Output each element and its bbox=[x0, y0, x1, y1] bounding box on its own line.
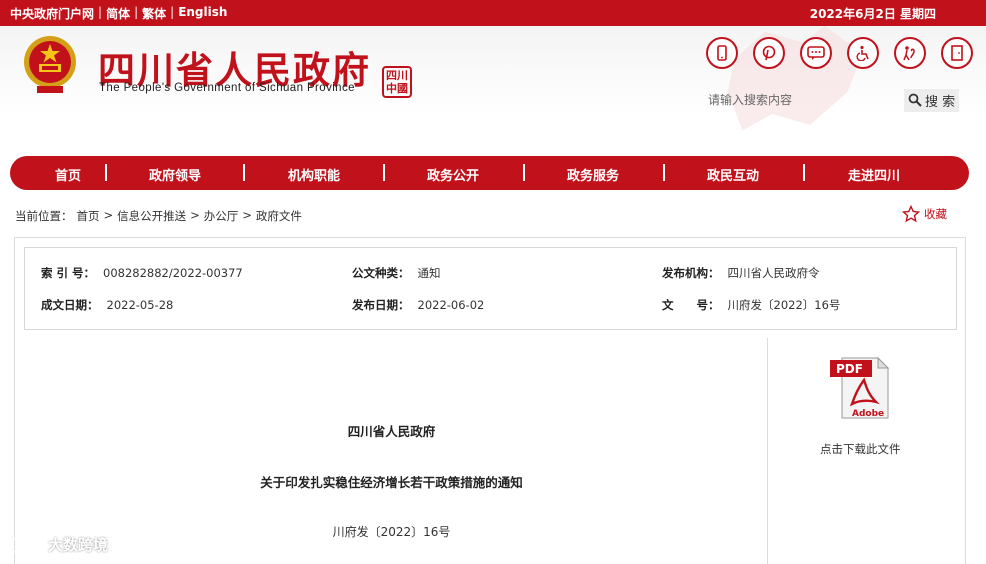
meta-index-key: 索 引 号： bbox=[41, 266, 96, 280]
nav-item-home[interactable]: 首页 bbox=[55, 165, 81, 184]
watermark: 大数跨境 bbox=[8, 534, 108, 555]
nav-separator bbox=[803, 164, 805, 181]
breadcrumb-separator: > bbox=[190, 208, 200, 222]
meta-published-key: 发布日期： bbox=[352, 298, 410, 312]
download-link[interactable]: 点击下载此文件 bbox=[820, 441, 901, 457]
link-simplified[interactable]: 简体 bbox=[106, 5, 130, 22]
nav-item-leaders[interactable]: 政府领导 bbox=[149, 165, 201, 184]
meta-docno-value: 川府发〔2022〕16号 bbox=[727, 298, 841, 312]
search-button[interactable]: 搜 索 bbox=[904, 88, 960, 112]
quick-icons bbox=[706, 37, 973, 69]
pdf-brand-text: Adobe bbox=[852, 409, 884, 419]
meta-type-value: 通知 bbox=[417, 266, 441, 280]
document-title: 关于印发扎实稳住经济增长若干政策措施的通知 bbox=[260, 475, 523, 490]
meta-docno: 文 号： 川府发〔2022〕16号 bbox=[662, 297, 840, 313]
breadcrumb-gov-documents[interactable]: 政府文件 bbox=[256, 208, 302, 224]
meta-docno-key: 文 号： bbox=[662, 298, 720, 312]
mobile-icon[interactable] bbox=[706, 37, 738, 69]
elderly-care-icon[interactable] bbox=[894, 37, 926, 69]
meta-type: 公文种类： 通知 bbox=[352, 265, 441, 281]
document-number: 川府发〔2022〕16号 bbox=[332, 525, 451, 539]
search-icon bbox=[908, 93, 922, 107]
pdf-badge-text: PDF bbox=[836, 362, 863, 376]
top-bar: 中央政府门户网 | 简体 | 繁体 | English 2022年6月2日 星期… bbox=[0, 0, 986, 26]
national-emblem-icon bbox=[24, 36, 76, 93]
top-links: 中央政府门户网 | 简体 | 繁体 | English bbox=[10, 5, 227, 22]
nav-separator bbox=[105, 164, 107, 181]
watermark-text: 大数跨境 bbox=[48, 536, 109, 554]
separator: | bbox=[98, 5, 103, 19]
main-nav: 首页 政府领导 机构职能 政务公开 政务服务 政民互动 走进四川 bbox=[10, 156, 969, 190]
chat-icon[interactable] bbox=[800, 37, 832, 69]
breadcrumb-separator: > bbox=[242, 208, 252, 222]
nav-item-gov-services[interactable]: 政务服务 bbox=[567, 165, 619, 184]
nav-separator bbox=[523, 164, 525, 181]
meta-type-key: 公文种类： bbox=[352, 266, 410, 280]
breadcrumb-label: 当前位置： bbox=[15, 209, 73, 223]
link-central-gov[interactable]: 中央政府门户网 bbox=[10, 5, 94, 22]
search-bar: 搜 索 bbox=[704, 88, 960, 112]
separator: | bbox=[134, 5, 139, 19]
meta-org-value: 四川省人民政府令 bbox=[727, 266, 820, 280]
meta-created-value: 2022-05-28 bbox=[106, 298, 174, 312]
current-date: 2022年6月2日 星期四 bbox=[809, 7, 936, 21]
watermark-logo-icon bbox=[9, 536, 40, 553]
meta-index-value: 008282882/2022-00377 bbox=[103, 266, 243, 280]
meta-published: 发布日期： 2022-06-02 bbox=[352, 297, 484, 313]
meta-published-value: 2022-06-02 bbox=[417, 298, 485, 312]
accessibility-icon[interactable] bbox=[847, 37, 879, 69]
nav-item-interaction[interactable]: 政民互动 bbox=[707, 165, 759, 184]
breadcrumb-info-push[interactable]: 信息公开推送 bbox=[117, 208, 186, 224]
meta-index: 索 引 号： 008282882/2022-00377 bbox=[41, 265, 243, 281]
exit-icon[interactable] bbox=[941, 37, 973, 69]
search-input[interactable] bbox=[704, 89, 900, 111]
document-meta-table: 索 引 号： 008282882/2022-00377 公文种类： 通知 发布机构：… bbox=[24, 247, 957, 330]
meta-created: 成文日期： 2022-05-28 bbox=[41, 297, 173, 313]
favorite-label: 收藏 bbox=[924, 207, 947, 221]
pdf-file-icon[interactable]: PDF Adobe bbox=[828, 356, 892, 420]
nav-item-gov-affairs-public[interactable]: 政务公开 bbox=[427, 165, 479, 184]
favorite-button[interactable]: 收藏 bbox=[902, 205, 947, 223]
nav-separator bbox=[383, 164, 385, 181]
site-subtitle: The People's Government of Sichuan Provi… bbox=[99, 82, 355, 94]
breadcrumb: 当前位置： 首页 > 信息公开推送 > 办公厅 > 政府文件 bbox=[15, 208, 302, 224]
nav-separator bbox=[663, 164, 665, 181]
pinterest-icon[interactable] bbox=[753, 37, 785, 69]
link-traditional[interactable]: 繁体 bbox=[142, 5, 166, 22]
meta-created-key: 成文日期： bbox=[41, 298, 99, 312]
nav-item-about-sichuan[interactable]: 走进四川 bbox=[848, 165, 900, 184]
star-icon bbox=[902, 205, 920, 223]
meta-org-key: 发布机构： bbox=[662, 266, 720, 280]
breadcrumb-home[interactable]: 首页 bbox=[77, 208, 100, 224]
link-english[interactable]: English bbox=[178, 5, 227, 22]
document-issuer: 四川省人民政府 bbox=[347, 424, 436, 439]
breadcrumb-separator: > bbox=[103, 208, 114, 222]
nav-item-institutions[interactable]: 机构职能 bbox=[288, 165, 340, 184]
seal-logo: 四川 中國 bbox=[382, 66, 412, 98]
nav-separator bbox=[243, 164, 245, 181]
separator: | bbox=[170, 5, 175, 19]
breadcrumb-general-office[interactable]: 办公厅 bbox=[204, 208, 239, 224]
search-button-label: 搜 索 bbox=[925, 94, 956, 110]
meta-org: 发布机构： 四川省人民政府令 bbox=[662, 265, 820, 281]
